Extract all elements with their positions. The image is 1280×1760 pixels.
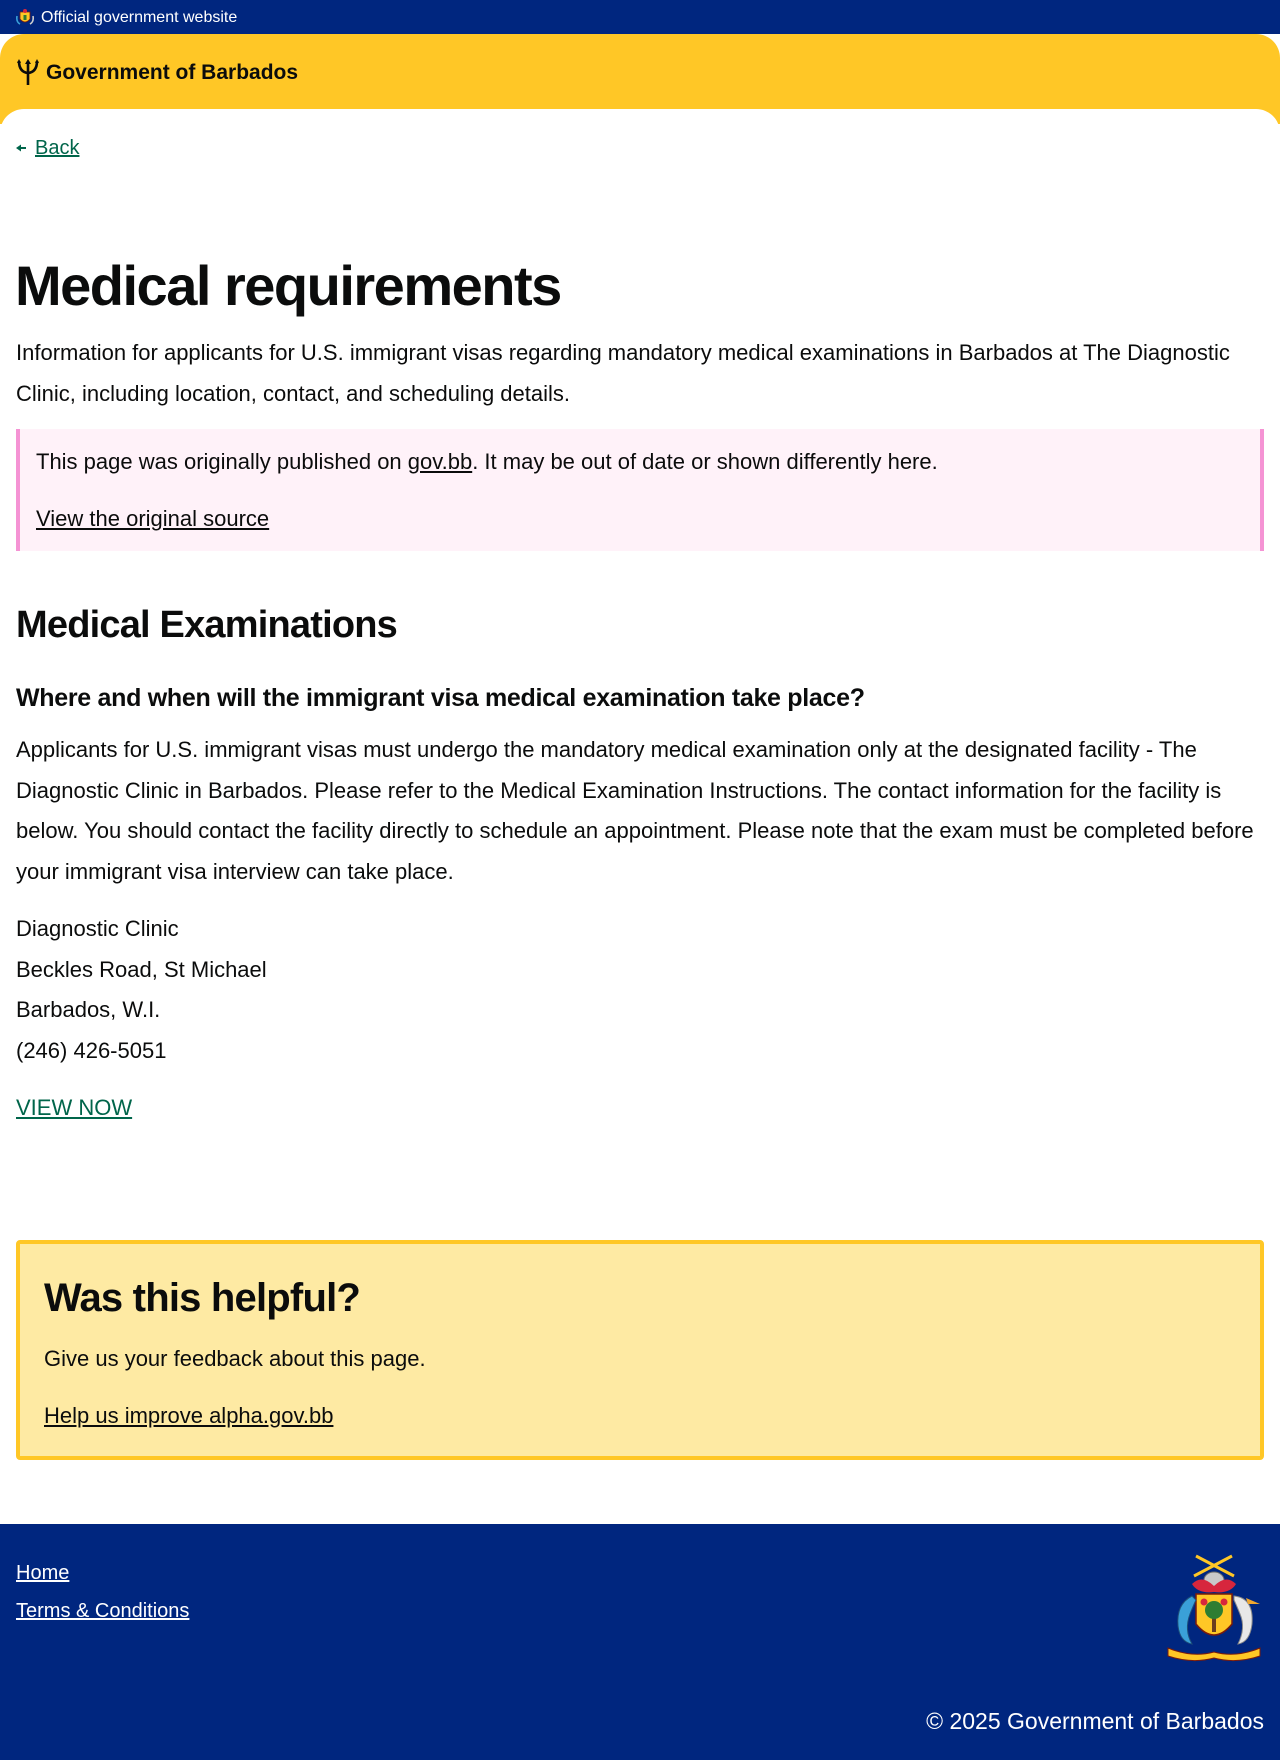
official-website-text: Official government website bbox=[41, 9, 238, 26]
page-lede: Information for applicants for U.S. immi… bbox=[16, 340, 1230, 406]
footer-copyright: © 2025 Government of Barbados bbox=[926, 1708, 1264, 1734]
page-title: Medical requirements bbox=[15, 254, 562, 317]
source-notice: This page was originally published on go… bbox=[16, 429, 1264, 551]
official-banner: Official government website bbox=[0, 0, 1280, 34]
trident-icon bbox=[17, 59, 39, 85]
section-paragraph: Applicants for U.S. immigrant visas must… bbox=[16, 737, 1254, 885]
feedback-panel: Was this helpful? Give us your feedback … bbox=[16, 1240, 1264, 1460]
arrow-left-icon bbox=[16, 144, 26, 152]
notice-text-before: This page was originally published on bbox=[36, 449, 408, 474]
footer-terms-link[interactable]: Terms & Conditions bbox=[16, 1598, 189, 1624]
feedback-link[interactable]: Help us improve alpha.gov.bb bbox=[44, 1401, 333, 1431]
back-link-label[interactable]: Back bbox=[35, 136, 79, 160]
clinic-name: Diagnostic Clinic bbox=[16, 916, 179, 941]
view-now-link[interactable]: VIEW NOW bbox=[16, 1093, 132, 1123]
clinic-country: Barbados, W.I. bbox=[16, 997, 161, 1022]
notice-text-after: . It may be out of date or shown differe… bbox=[472, 449, 938, 474]
coat-of-arms-icon bbox=[16, 9, 34, 25]
feedback-title: Was this helpful? bbox=[44, 1276, 361, 1320]
coat-of-arms-icon bbox=[1167, 1554, 1261, 1662]
section-heading: Medical Examinations bbox=[16, 604, 398, 646]
gov-bb-link[interactable]: gov.bb bbox=[408, 449, 472, 474]
section-subheading: Where and when will the immigrant visa m… bbox=[16, 684, 865, 712]
clinic-street: Beckles Road, St Michael bbox=[16, 956, 267, 982]
view-original-source-link[interactable]: View the original source bbox=[36, 504, 269, 534]
footer-home-link[interactable]: Home bbox=[16, 1560, 69, 1586]
notice-text: This page was originally published on go… bbox=[36, 447, 938, 477]
site-footer: Home Terms & Conditions © 2025 Governmen… bbox=[0, 1524, 1280, 1760]
back-link[interactable]: Back bbox=[16, 136, 79, 160]
clinic-address: Diagnostic Clinic Beckles Road, St Micha… bbox=[16, 909, 267, 1071]
feedback-text: Give us your feedback about this page. bbox=[44, 1346, 426, 1371]
site-brand[interactable]: Government of Barbados bbox=[46, 60, 298, 85]
clinic-phone: (246) 426-5051 bbox=[16, 1037, 167, 1063]
